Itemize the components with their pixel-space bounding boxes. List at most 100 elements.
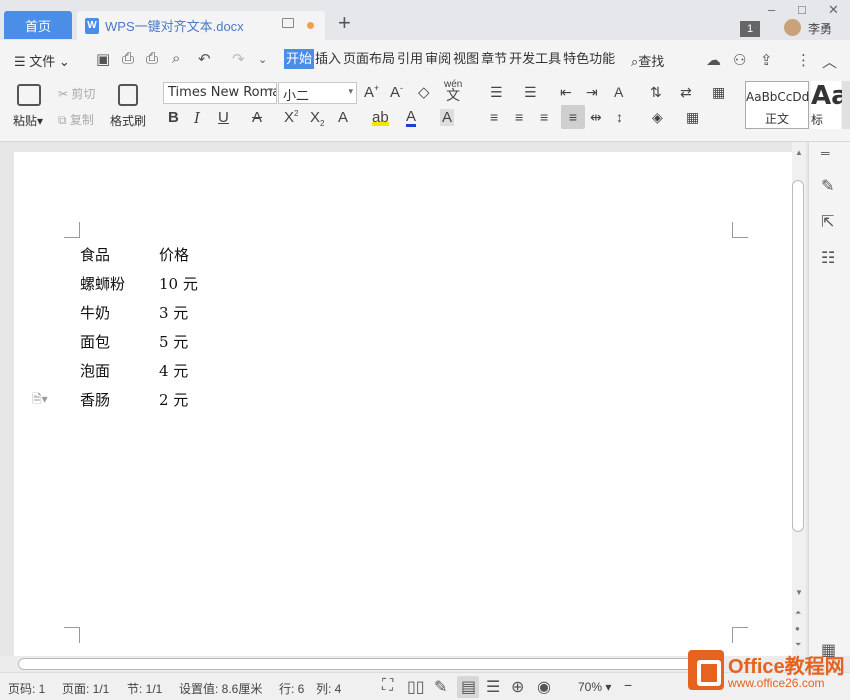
char-shading-icon[interactable]: A bbox=[440, 109, 455, 126]
superscript-icon[interactable]: X2 bbox=[284, 109, 298, 126]
write-mode-icon[interactable]: ✎ bbox=[434, 677, 447, 697]
scroll-down-icon[interactable]: ▼ bbox=[795, 588, 803, 597]
paragraph-options-icon[interactable]: 🗎▾ bbox=[32, 390, 48, 411]
align-center-icon[interactable]: ≡ bbox=[515, 109, 523, 125]
horizontal-scrollbar[interactable] bbox=[0, 656, 808, 672]
search-button[interactable]: ⌕查找 bbox=[631, 51, 664, 70]
sort-icon[interactable]: ⇅ bbox=[650, 84, 662, 101]
status-setting[interactable]: 设置值: 8.6厘米 bbox=[179, 680, 262, 697]
justify-icon[interactable]: ≡ bbox=[561, 105, 585, 129]
new-tab-button[interactable]: + bbox=[338, 12, 351, 34]
collaborate-icon[interactable]: ⚇ bbox=[733, 51, 746, 69]
status-section[interactable]: 节: 1/1 bbox=[127, 680, 162, 697]
format-painter-icon[interactable] bbox=[118, 84, 138, 106]
print-preview-icon[interactable]: ⌕ bbox=[172, 50, 180, 67]
bold-icon[interactable]: B bbox=[168, 109, 179, 126]
format-painter-button[interactable]: 格式刷 bbox=[110, 112, 146, 129]
status-page-number[interactable]: 页码: 1 bbox=[8, 680, 45, 697]
ribbon-scroll[interactable] bbox=[842, 81, 850, 129]
italic-icon[interactable]: I bbox=[194, 109, 200, 127]
page-view-icon[interactable]: ▤ bbox=[461, 677, 476, 697]
window-count-badge[interactable]: 1 bbox=[740, 21, 760, 37]
prev-page-icon[interactable]: ⏶ bbox=[795, 608, 801, 618]
horizontal-scroll-thumb[interactable] bbox=[18, 658, 698, 670]
text-direction-icon[interactable]: A bbox=[614, 84, 623, 100]
status-row[interactable]: 行: 6 bbox=[279, 680, 304, 697]
cursor-icon[interactable]: ⇱ bbox=[821, 212, 834, 232]
share-icon[interactable]: ⇪ bbox=[760, 51, 773, 69]
tab-document[interactable]: W WPS一键对齐文本.docx bbox=[77, 11, 325, 40]
menu-tab-references[interactable]: 引用 bbox=[396, 49, 424, 69]
numbered-list-icon[interactable]: ☰ bbox=[524, 84, 537, 101]
underline-icon[interactable]: U bbox=[218, 109, 229, 126]
customize-dropdown-icon[interactable]: ⌄ bbox=[258, 53, 267, 66]
borders-icon[interactable]: ▦ bbox=[686, 109, 699, 126]
menu-tab-developer[interactable]: 开发工具 bbox=[508, 49, 562, 69]
align-left-icon[interactable]: ≡ bbox=[490, 109, 498, 125]
menu-tab-view[interactable]: 视图 bbox=[452, 49, 480, 69]
status-pages[interactable]: 页面: 1/1 bbox=[62, 680, 109, 697]
clear-format-icon[interactable]: ◇ bbox=[418, 83, 430, 101]
eye-protection-icon[interactable]: ◉ bbox=[537, 677, 551, 697]
style-normal[interactable]: AaBbCcDd 正文 bbox=[745, 81, 809, 129]
paste-icon[interactable] bbox=[17, 84, 41, 106]
collapse-ribbon-icon[interactable]: ︿ bbox=[822, 51, 837, 72]
tab-home[interactable]: 首页 bbox=[4, 11, 72, 39]
maximize-icon[interactable]: □ bbox=[798, 2, 806, 17]
vertical-scroll-thumb[interactable] bbox=[792, 180, 804, 532]
menu-tab-section[interactable]: 章节 bbox=[480, 49, 508, 69]
align-right-icon[interactable]: ≡ bbox=[540, 109, 548, 125]
export-pdf-icon[interactable]: ⎙ bbox=[122, 50, 134, 67]
status-col[interactable]: 列: 4 bbox=[316, 680, 341, 697]
outline-view-icon[interactable]: ☰ bbox=[486, 677, 500, 697]
undo-icon[interactable]: ↶ bbox=[198, 50, 211, 68]
style-heading[interactable]: Aa 标 bbox=[811, 81, 849, 129]
grow-font-icon[interactable]: A+ bbox=[364, 83, 379, 101]
pen-icon[interactable]: ✎ bbox=[821, 176, 834, 196]
font-name-select[interactable]: Times New Roman ▾ bbox=[163, 82, 277, 104]
strikethrough-icon[interactable]: A bbox=[252, 109, 262, 126]
web-view-icon[interactable]: ⊕ bbox=[511, 677, 524, 697]
username[interactable]: 李勇 bbox=[808, 20, 832, 37]
zoom-out-icon[interactable]: − bbox=[624, 677, 632, 693]
font-color-icon[interactable]: A bbox=[406, 109, 417, 127]
distribute-icon[interactable]: ⇹ bbox=[590, 109, 602, 126]
minimize-icon[interactable]: – bbox=[768, 2, 775, 17]
read-mode-icon[interactable]: ▯▯ bbox=[407, 677, 425, 697]
bullet-list-icon[interactable]: ☰ bbox=[490, 84, 503, 101]
redo-icon[interactable]: ↷ bbox=[232, 50, 245, 68]
save-icon[interactable]: ▣ bbox=[96, 50, 110, 68]
line-spacing-icon[interactable]: ↕ bbox=[616, 109, 623, 125]
table-icon[interactable]: ▦ bbox=[712, 84, 725, 101]
text-effect-icon[interactable]: A bbox=[338, 109, 348, 126]
close-icon[interactable]: ✕ bbox=[828, 2, 839, 18]
paste-button[interactable]: 粘贴▾ bbox=[13, 112, 43, 129]
fill-color-icon[interactable]: ◈ bbox=[652, 109, 663, 126]
select-browse-icon[interactable]: ● bbox=[795, 624, 800, 633]
print-icon[interactable]: ⎙ bbox=[146, 50, 158, 67]
cloud-icon[interactable]: ☁ bbox=[706, 51, 721, 69]
fullscreen-icon[interactable]: ⛶ bbox=[382, 677, 393, 695]
menu-tab-home[interactable]: 开始 bbox=[284, 49, 315, 69]
menu-tab-insert[interactable]: 插入 bbox=[314, 49, 342, 69]
pinyin-guide-button[interactable]: wén 文 bbox=[444, 80, 462, 103]
file-menu[interactable]: ☰ 文件 ⌄ bbox=[14, 51, 70, 70]
zoom-level[interactable]: 70% ▾ bbox=[578, 680, 611, 694]
shrink-font-icon[interactable]: A- bbox=[390, 83, 403, 101]
highlight-icon[interactable]: ab bbox=[372, 109, 389, 126]
show-marks-icon[interactable]: ⇄ bbox=[680, 84, 692, 101]
avatar[interactable] bbox=[784, 19, 801, 36]
increase-indent-icon[interactable]: ⇥ bbox=[586, 84, 598, 101]
copy-button[interactable]: ⧉ 复制 bbox=[58, 111, 94, 128]
cut-button[interactable]: ✂ 剪切 bbox=[58, 85, 95, 102]
decrease-indent-icon[interactable]: ⇤ bbox=[560, 84, 572, 101]
panel-handle-icon[interactable]: ═ bbox=[821, 146, 830, 160]
menu-tab-features[interactable]: 特色功能 bbox=[562, 49, 616, 69]
more-icon[interactable]: ⋮ bbox=[796, 51, 811, 69]
scroll-up-icon[interactable]: ▲ bbox=[795, 148, 803, 157]
font-size-select[interactable]: 小二 ▾ bbox=[278, 82, 357, 104]
settings-sliders-icon[interactable]: ☷ bbox=[821, 248, 835, 268]
subscript-icon[interactable]: X2 bbox=[310, 109, 324, 128]
document-page[interactable]: 🗎▾ 食品 价格 螺蛳粉 10 元 牛奶 3 元 面包 5 元 泡面 4 元 香肠 2 元 bbox=[14, 152, 792, 672]
monitor-icon[interactable] bbox=[282, 18, 294, 28]
